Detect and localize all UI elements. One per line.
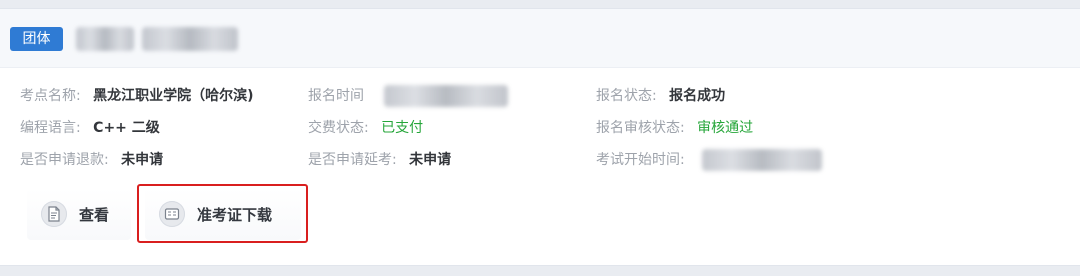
card-header: 团体 (0, 9, 1080, 68)
payment-status-value: 已支付 (381, 120, 424, 136)
refund-value: 未申请 (121, 152, 164, 168)
document-icon (41, 201, 67, 227)
signup-status-label: 报名状态: (596, 88, 657, 104)
signup-time-row: 报名时间 (308, 84, 364, 108)
page: 团体 考点名称: 黑龙江职业学院（哈尔滨) 报名时间 报名状态: 报名成功 编程… (0, 0, 1080, 276)
exam-site-value: 黑龙江职业学院（哈尔滨) (93, 88, 254, 104)
exam-start-row: 考试开始时间: (596, 148, 685, 172)
view-button[interactable]: 查看 (27, 188, 131, 240)
language-value: C++ 二级 (93, 120, 160, 136)
exam-site-row: 考点名称: 黑龙江职业学院（哈尔滨) (20, 84, 254, 108)
exam-site-label: 考点名称: (20, 88, 81, 104)
signup-status-row: 报名状态: 报名成功 (596, 84, 725, 108)
ticket-icon (159, 201, 185, 227)
refund-row: 是否申请退款: 未申请 (20, 148, 163, 172)
blurred-exam-start-value (702, 149, 822, 171)
blurred-name-part-2 (142, 27, 238, 51)
delay-value: 未申请 (409, 152, 452, 168)
exam-start-label: 考试开始时间: (596, 152, 685, 168)
payment-status-label: 交费状态: (308, 120, 369, 136)
review-status-value: 审核通过 (697, 120, 754, 136)
language-label: 编程语言: (20, 120, 81, 136)
signup-status-value: 报名成功 (669, 88, 726, 104)
view-button-label: 查看 (79, 205, 110, 224)
delay-label: 是否申请延考: (308, 152, 397, 168)
blurred-signup-time-value (384, 85, 508, 107)
admission-ticket-download-label: 准考证下载 (197, 205, 273, 224)
admission-ticket-download-button[interactable]: 准考证下载 (145, 188, 301, 240)
team-badge: 团体 (10, 27, 63, 51)
review-status-label: 报名审核状态: (596, 120, 685, 136)
refund-label: 是否申请退款: (20, 152, 109, 168)
language-row: 编程语言: C++ 二级 (20, 116, 160, 140)
signup-time-label: 报名时间 (308, 88, 364, 104)
delay-row: 是否申请延考: 未申请 (308, 148, 451, 172)
blurred-name-part-1 (76, 27, 134, 51)
payment-status-row: 交费状态: 已支付 (308, 116, 423, 140)
review-status-row: 报名审核状态: 审核通过 (596, 116, 753, 140)
